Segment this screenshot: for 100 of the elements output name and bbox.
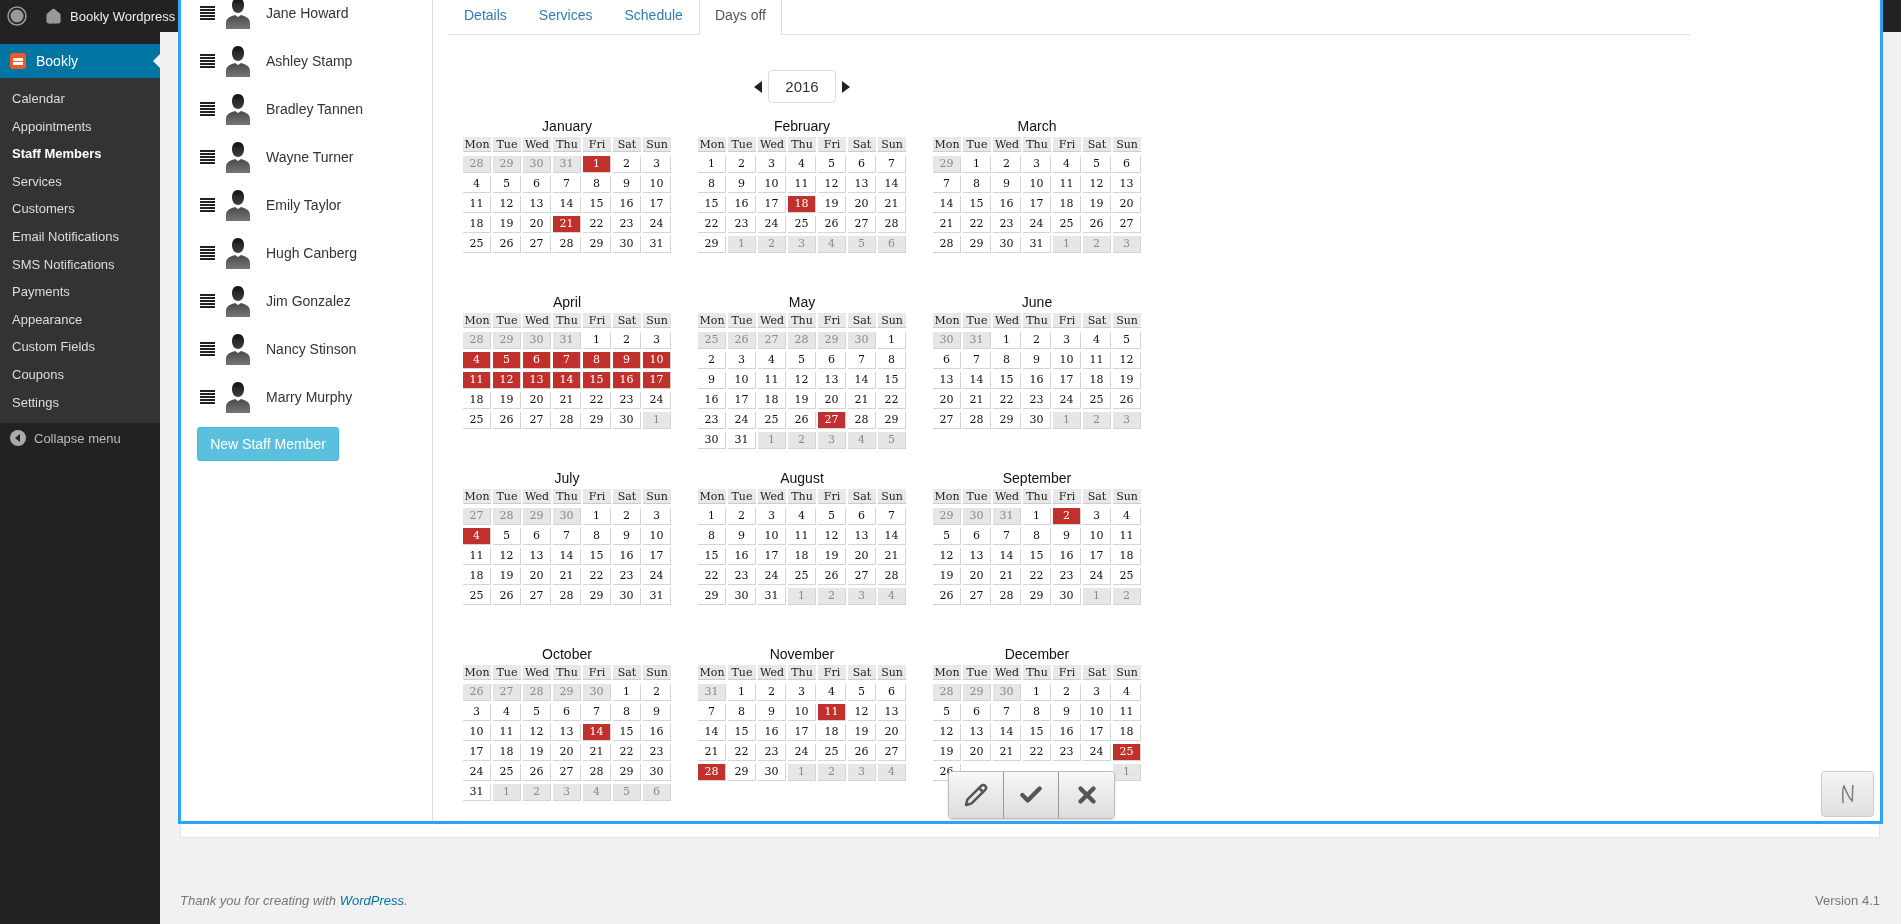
day-cell[interactable]: 20 — [848, 548, 876, 565]
day-cell[interactable]: 18 — [1083, 372, 1111, 389]
day-cell[interactable]: 8 — [993, 352, 1021, 369]
day-cell[interactable]: 26 — [493, 412, 521, 429]
day-cell[interactable]: 9 — [993, 176, 1021, 193]
day-cell[interactable]: 29 — [878, 412, 906, 429]
day-cell[interactable]: 21 — [553, 216, 581, 233]
day-cell[interactable]: 16 — [613, 548, 641, 565]
day-cell[interactable]: 23 — [1053, 744, 1081, 761]
day-cell[interactable]: 25 — [758, 412, 786, 429]
day-cell[interactable]: 1 — [1023, 684, 1051, 701]
day-cell[interactable]: 23 — [758, 744, 786, 761]
day-cell[interactable]: 22 — [993, 392, 1021, 409]
day-cell[interactable]: 10 — [1053, 352, 1081, 369]
wordpress-link[interactable]: WordPress — [339, 892, 404, 908]
day-cell[interactable]: 19 — [493, 568, 521, 585]
day-cell[interactable]: 20 — [963, 744, 991, 761]
day-cell[interactable]: 24 — [463, 764, 491, 781]
day-cell[interactable]: 10 — [1083, 704, 1111, 721]
menu-item[interactable]: Appearance — [0, 305, 160, 334]
day-cell[interactable]: 27 — [848, 568, 876, 585]
menu-item[interactable]: Email Notifications — [0, 222, 160, 251]
day-cell[interactable]: 16 — [698, 392, 726, 409]
day-cell[interactable]: 5 — [493, 528, 521, 545]
day-cell[interactable]: 3 — [643, 156, 671, 173]
day-cell[interactable]: 24 — [788, 744, 816, 761]
day-cell[interactable]: 18 — [1053, 196, 1081, 213]
day-cell[interactable]: 2 — [698, 352, 726, 369]
day-cell[interactable]: 13 — [878, 704, 906, 721]
day-cell[interactable]: 10 — [463, 724, 491, 741]
day-cell[interactable]: 17 — [758, 548, 786, 565]
day-cell[interactable]: 16 — [1053, 724, 1081, 741]
day-cell[interactable]: 5 — [818, 156, 846, 173]
day-cell[interactable]: 27 — [818, 412, 846, 429]
menu-item[interactable]: Coupons — [0, 360, 160, 389]
day-cell[interactable]: 11 — [463, 372, 491, 389]
day-cell[interactable]: 9 — [1053, 528, 1081, 545]
day-cell[interactable]: 6 — [848, 508, 876, 525]
staff-name[interactable]: Nancy Stinson — [266, 341, 357, 357]
day-cell[interactable]: 27 — [523, 588, 551, 605]
day-cell[interactable]: 18 — [788, 548, 816, 565]
day-cell[interactable]: 15 — [993, 372, 1021, 389]
day-cell[interactable]: 8 — [698, 176, 726, 193]
confirm-button[interactable] — [1004, 772, 1059, 818]
day-cell[interactable]: 29 — [583, 588, 611, 605]
day-cell[interactable]: 3 — [463, 704, 491, 721]
day-cell[interactable]: 4 — [463, 528, 491, 545]
collapse-icon[interactable] — [10, 430, 26, 447]
day-cell[interactable]: 15 — [583, 372, 611, 389]
day-cell[interactable]: 8 — [583, 176, 611, 193]
day-cell[interactable]: 26 — [523, 764, 551, 781]
day-cell[interactable]: 8 — [583, 352, 611, 369]
menu-item[interactable]: Staff Members — [0, 140, 160, 168]
day-cell[interactable]: 7 — [583, 704, 611, 721]
day-cell[interactable]: 10 — [788, 704, 816, 721]
day-cell[interactable]: 19 — [1083, 196, 1111, 213]
day-cell[interactable]: 18 — [463, 568, 491, 585]
day-cell[interactable]: 21 — [848, 392, 876, 409]
day-cell[interactable]: 10 — [1083, 528, 1111, 545]
day-cell[interactable]: 3 — [1023, 156, 1051, 173]
day-cell[interactable]: 31 — [1023, 236, 1051, 253]
day-cell[interactable]: 22 — [1023, 744, 1051, 761]
day-cell[interactable]: 25 — [818, 744, 846, 761]
tab[interactable]: Services — [522, 0, 609, 34]
day-cell[interactable]: 5 — [788, 352, 816, 369]
lines-icon[interactable] — [200, 390, 215, 404]
day-cell[interactable]: 1 — [963, 156, 991, 173]
day-cell[interactable]: 22 — [583, 568, 611, 585]
menu-item[interactable]: Customers — [0, 195, 160, 223]
day-cell[interactable]: 23 — [728, 216, 756, 233]
day-cell[interactable]: 26 — [1083, 216, 1111, 233]
day-cell[interactable]: 8 — [963, 176, 991, 193]
day-cell[interactable]: 14 — [993, 724, 1021, 741]
staff-name[interactable]: Marry Murphy — [266, 389, 353, 405]
day-cell[interactable]: 30 — [993, 236, 1021, 253]
day-cell[interactable]: 16 — [613, 372, 641, 389]
day-cell[interactable]: 10 — [643, 352, 671, 369]
day-cell[interactable]: 20 — [848, 196, 876, 213]
day-cell[interactable]: 2 — [643, 684, 671, 701]
day-cell[interactable]: 2 — [993, 156, 1021, 173]
day-cell[interactable]: 19 — [848, 724, 876, 741]
day-cell[interactable]: 7 — [553, 528, 581, 545]
day-cell[interactable]: 19 — [1113, 372, 1141, 389]
day-cell[interactable]: 21 — [993, 568, 1021, 585]
day-cell[interactable]: 3 — [1083, 684, 1111, 701]
day-cell[interactable]: 31 — [758, 588, 786, 605]
day-cell[interactable]: 27 — [553, 764, 581, 781]
day-cell[interactable]: 15 — [878, 372, 906, 389]
day-cell[interactable]: 12 — [493, 372, 521, 389]
day-cell[interactable]: 4 — [463, 352, 491, 369]
day-cell[interactable]: 18 — [1113, 548, 1141, 565]
day-cell[interactable]: 6 — [553, 704, 581, 721]
plugin-menu-item[interactable]: Bookly — [0, 44, 160, 78]
day-cell[interactable]: 9 — [1053, 704, 1081, 721]
day-cell[interactable]: 25 — [463, 588, 491, 605]
day-cell[interactable]: 23 — [728, 568, 756, 585]
day-cell[interactable]: 6 — [933, 352, 961, 369]
day-cell[interactable]: 29 — [698, 588, 726, 605]
day-cell[interactable]: 21 — [963, 392, 991, 409]
next-year-icon[interactable] — [842, 80, 850, 93]
